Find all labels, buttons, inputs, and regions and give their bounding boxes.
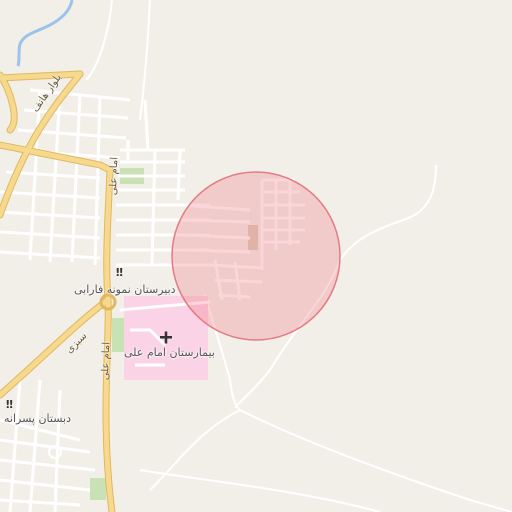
highlight-radius-circle[interactable] — [171, 171, 341, 341]
label-school-farabi[interactable]: دبیرستان نمونه فارابی — [74, 283, 176, 296]
map-layer — [0, 0, 512, 512]
river — [16, 0, 74, 67]
school-icon[interactable]: ‼ — [116, 266, 123, 279]
park-4 — [90, 478, 106, 500]
map-canvas[interactable]: ‼ ‼ دبیرستان نمونه فارابی بیمارستان امام… — [0, 0, 512, 512]
park-2 — [112, 318, 124, 352]
label-hospital-imam-ali[interactable]: بیمارستان امام علی — [124, 346, 215, 359]
school-icon[interactable]: ‼ — [6, 398, 13, 411]
road-label-imam-ali-2: امام علی — [100, 341, 113, 381]
road-label-imam-ali-1: امام علی — [108, 156, 121, 196]
label-school-boys[interactable]: دبستان پسرانه — [4, 412, 71, 425]
